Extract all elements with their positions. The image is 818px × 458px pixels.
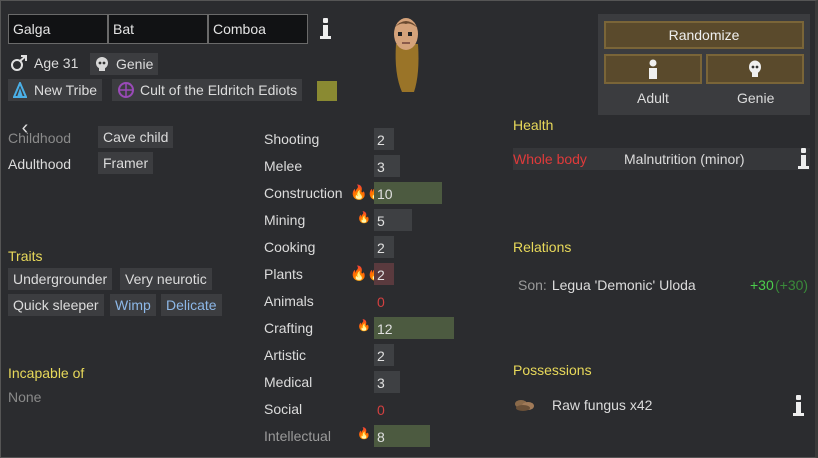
skill-level-intellectual[interactable]: 8 — [374, 425, 430, 447]
opinion-value: +30 — [750, 277, 774, 293]
relation-name: Legua 'Demonic' Uloda — [551, 277, 696, 293]
skill-name-plants: Plants — [264, 266, 303, 282]
trait-chip[interactable]: Quick sleeper — [8, 294, 104, 316]
skill-name-mining: Mining — [264, 212, 306, 228]
adulthood-chip[interactable]: Framer — [98, 152, 154, 174]
skill-level-artistic[interactable]: 2 — [374, 344, 394, 366]
tribe-icon — [13, 82, 27, 98]
skill-name-animals: Animals — [264, 293, 314, 309]
skill-name-social: Social — [264, 401, 303, 417]
ideology-icon — [118, 82, 134, 98]
trait-chip[interactable]: Undergrounder — [8, 268, 113, 290]
male-icon — [11, 55, 27, 71]
first-name-input[interactable] — [8, 14, 108, 44]
nickname-input[interactable] — [108, 14, 208, 44]
possession-label: Raw fungus x42 — [552, 397, 653, 413]
incapable-title: Incapable of — [8, 365, 85, 381]
skill-level-medical[interactable]: 3 — [374, 371, 400, 393]
minor-passion-icon: 🔥 — [357, 320, 371, 332]
skill-level-cooking[interactable]: 2 — [374, 236, 394, 258]
race-label: Genie — [116, 56, 154, 72]
childhood-chip[interactable]: Cave child — [98, 126, 174, 148]
skill-level-crafting[interactable]: 12 — [374, 317, 454, 339]
relation-row[interactable]: Son: Legua 'Demonic' Uloda — [518, 277, 696, 293]
faction-label: New Tribe — [34, 82, 98, 98]
relation-type: Son: — [518, 277, 547, 293]
ideology-color-swatch[interactable] — [317, 81, 337, 101]
opinion-other-value: (+30) — [775, 277, 809, 293]
genie-icon — [749, 60, 761, 77]
info-icon[interactable] — [318, 18, 332, 40]
race-chip[interactable]: Genie — [90, 53, 159, 75]
health-title: Health — [513, 117, 554, 133]
skill-name-construction: Construction — [264, 185, 343, 201]
adulthood-label: Adulthood — [8, 156, 72, 172]
traits-title: Traits — [8, 248, 43, 264]
body-part-label: Whole body — [513, 151, 587, 167]
adult-button[interactable] — [604, 54, 702, 84]
pawn-portrait — [394, 18, 419, 92]
trait-chip[interactable]: Very neurotic — [120, 268, 212, 290]
relations-title: Relations — [513, 239, 572, 255]
last-name-input[interactable] — [208, 14, 308, 44]
adult-icon — [649, 59, 657, 79]
genie-label: Genie — [737, 90, 775, 106]
skill-level-animals[interactable]: 0 — [374, 290, 394, 312]
skill-level-construction[interactable]: 10 — [374, 182, 442, 204]
ideology-chip[interactable]: Cult of the Eldritch Ediots — [112, 79, 303, 101]
skill-level-plants[interactable]: 2 — [374, 263, 394, 285]
raw-fungus-icon — [515, 400, 534, 411]
skill-level-mining[interactable]: 5 — [374, 209, 412, 231]
skill-name-crafting: Crafting — [264, 320, 314, 336]
condition-label: Malnutrition (minor) — [624, 151, 745, 167]
faction-chip[interactable]: New Tribe — [8, 79, 103, 101]
incapable-value: None — [8, 389, 42, 405]
skill-name-artistic: Artistic — [264, 347, 306, 363]
skill-name-shooting: Shooting — [264, 131, 320, 147]
skill-level-melee[interactable]: 3 — [374, 155, 400, 177]
skill-name-medical: Medical — [264, 374, 313, 390]
childhood-label: Childhood — [8, 130, 72, 146]
skill-name-cooking: Cooking — [264, 239, 316, 255]
info-icon[interactable] — [796, 148, 810, 170]
skill-name-melee: Melee — [264, 158, 303, 174]
randomize-button[interactable]: Randomize — [604, 21, 804, 49]
skill-level-social[interactable]: 0 — [374, 398, 394, 420]
info-icon[interactable] — [791, 395, 805, 417]
trait-chip[interactable]: Wimp — [110, 294, 156, 316]
skill-name-intellectual: Intellectual — [264, 428, 331, 444]
age-label: Age 31 — [34, 55, 79, 71]
ideology-label: Cult of the Eldritch Ediots — [140, 82, 298, 98]
minor-passion-icon: 🔥 — [357, 212, 371, 224]
genie-button[interactable] — [706, 54, 804, 84]
xenotype-icon — [96, 57, 108, 71]
minor-passion-icon: 🔥 — [357, 428, 371, 440]
randomize-panel: Randomize Adult Genie — [598, 14, 810, 115]
health-row[interactable]: Whole body Malnutrition (minor) — [513, 148, 810, 170]
trait-chip[interactable]: Delicate — [161, 294, 222, 316]
adult-label: Adult — [637, 90, 669, 106]
possessions-title: Possessions — [513, 362, 592, 378]
skill-level-shooting[interactable]: 2 — [374, 128, 394, 150]
